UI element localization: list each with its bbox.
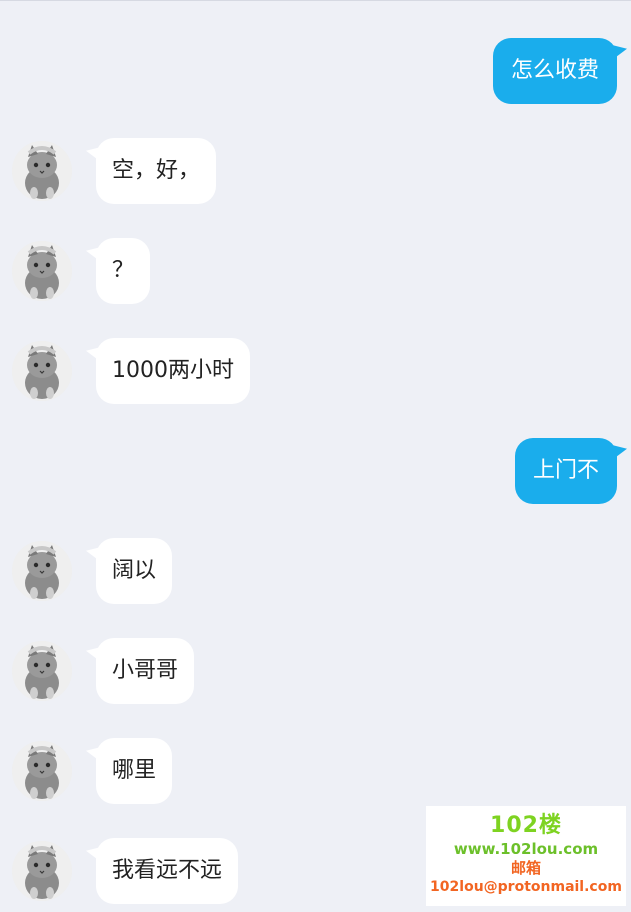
message-bubble-incoming[interactable]: 小哥哥: [96, 638, 195, 704]
contact-avatar[interactable]: [12, 841, 72, 901]
message-bubble-outgoing[interactable]: 怎么收费: [492, 38, 617, 104]
contact-avatar[interactable]: [12, 141, 72, 201]
contact-avatar[interactable]: [12, 741, 72, 801]
watermark-site: www.102lou.com: [453, 840, 599, 858]
message-row-incoming: ？: [0, 238, 631, 308]
contact-avatar[interactable]: [12, 241, 72, 301]
message-bubble-incoming[interactable]: 1000两小时: [96, 338, 250, 404]
message-row-incoming: 小哥哥: [0, 638, 631, 708]
contact-avatar[interactable]: [12, 341, 72, 401]
message-bubble-outgoing[interactable]: 上门不: [514, 438, 617, 504]
message-bubble-incoming[interactable]: 哪里: [96, 738, 173, 804]
message-row-incoming: 哪里: [0, 738, 631, 808]
contact-avatar[interactable]: [12, 541, 72, 601]
watermark: 102楼 www.102lou.com 邮箱 102lou@protonmail…: [426, 806, 626, 906]
message-bubble-incoming[interactable]: 阔以: [96, 538, 173, 604]
message-row-outgoing: 怎么收费: [0, 38, 631, 108]
message-row-incoming: 1000两小时: [0, 338, 631, 408]
message-bubble-incoming[interactable]: ？: [96, 238, 151, 304]
watermark-mail-label: 邮箱: [510, 859, 541, 877]
contact-avatar[interactable]: [12, 641, 72, 701]
message-row-incoming: 阔以: [0, 538, 631, 608]
watermark-mail: 102lou@protonmail.com: [430, 879, 622, 895]
message-bubble-incoming[interactable]: 我看远不远: [96, 838, 239, 904]
message-bubble-incoming[interactable]: 空，好，: [96, 138, 217, 204]
message-row-outgoing: 上门不: [0, 438, 631, 508]
watermark-logo: 102楼: [490, 813, 562, 838]
message-row-incoming: 空，好，: [0, 138, 631, 208]
top-divider: [0, 0, 631, 1]
